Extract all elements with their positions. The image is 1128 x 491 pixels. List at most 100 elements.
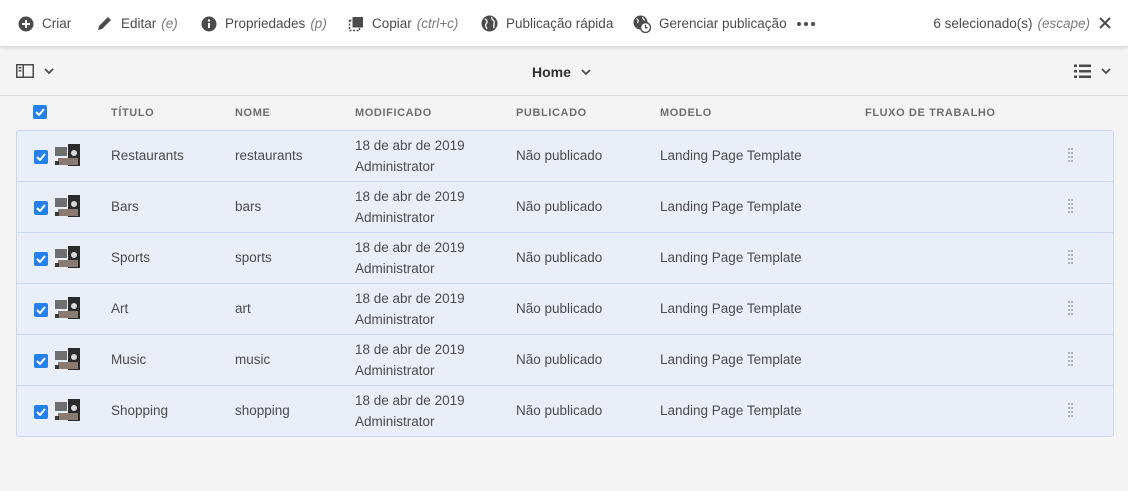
checkmark-icon	[36, 153, 46, 161]
checkmark-icon	[36, 204, 46, 212]
row-modified-date: 18 de abr de 2019	[355, 138, 465, 153]
rail-icon	[16, 64, 34, 78]
info-icon	[201, 16, 217, 31]
row-checkbox[interactable]	[34, 405, 48, 419]
checkmark-icon	[35, 108, 45, 116]
row-title: Bars	[111, 199, 139, 214]
drag-handle-icon[interactable]	[1068, 403, 1074, 417]
close-icon[interactable]	[1098, 16, 1112, 30]
table-row[interactable]: Art art 18 de abr de 2019 Administrator …	[17, 284, 1113, 335]
row-modified-by: Administrator	[355, 363, 435, 378]
properties-shortcut: (p)	[310, 16, 327, 31]
checkmark-icon	[36, 306, 46, 314]
row-modified-by: Administrator	[355, 414, 435, 429]
create-label: Criar	[42, 16, 72, 31]
column-header-title[interactable]: TÍTULO	[111, 107, 154, 119]
quick-publish-button[interactable]: Publicação rápida	[481, 0, 613, 47]
properties-label: Propriedades	[225, 16, 306, 31]
table-header: TÍTULO NOME MODIFICADO PUBLICADO MODELO …	[0, 97, 1128, 129]
rail-toggle-button[interactable]	[16, 64, 54, 78]
row-published-status: Não publicado	[516, 199, 603, 214]
column-header-modified[interactable]: MODIFICADO	[355, 107, 432, 119]
edit-button[interactable]: Editar (e)	[96, 0, 178, 47]
row-published-status: Não publicado	[516, 403, 603, 418]
properties-button[interactable]: Propriedades (p)	[201, 0, 327, 47]
globe-icon	[481, 15, 498, 32]
row-modified-date: 18 de abr de 2019	[355, 189, 465, 204]
page-thumbnail-icon	[55, 246, 80, 268]
row-title: Sports	[111, 250, 151, 265]
row-title: Art	[111, 301, 129, 316]
table-row[interactable]: Sports sports 18 de abr de 2019 Administ…	[17, 233, 1113, 284]
row-published-status: Não publicado	[516, 148, 603, 163]
edit-shortcut: (e)	[161, 16, 178, 31]
column-header-template[interactable]: MODELO	[660, 107, 712, 119]
checkmark-icon	[36, 408, 46, 416]
row-checkbox[interactable]	[34, 150, 48, 164]
copy-button[interactable]: Copiar (ctrl+c)	[348, 0, 458, 47]
chevron-down-icon	[581, 68, 591, 75]
row-template: Landing Page Template	[660, 148, 802, 163]
more-icon-dot	[811, 21, 815, 26]
table-row[interactable]: Bars bars 18 de abr de 2019 Administrato…	[17, 182, 1113, 233]
row-template: Landing Page Template	[660, 352, 802, 367]
content-header-bar: Home	[0, 48, 1128, 96]
column-header-name[interactable]: NOME	[235, 107, 270, 119]
column-header-published[interactable]: PUBLICADO	[516, 107, 587, 119]
row-name: sports	[235, 250, 272, 265]
globe-clock-icon	[633, 15, 651, 33]
drag-handle-icon[interactable]	[1068, 250, 1074, 264]
table-row[interactable]: Restaurants restaurants 18 de abr de 201…	[17, 131, 1113, 182]
drag-handle-icon[interactable]	[1068, 199, 1074, 213]
row-checkbox[interactable]	[34, 303, 48, 317]
column-header-workflow[interactable]: FLUXO DE TRABALHO	[865, 107, 996, 119]
page-thumbnail-icon	[55, 399, 80, 421]
row-published-status: Não publicado	[516, 301, 603, 316]
checkmark-icon	[36, 255, 46, 263]
row-template: Landing Page Template	[660, 199, 802, 214]
row-title: Shopping	[111, 403, 169, 418]
copy-shortcut: (ctrl+c)	[416, 16, 459, 31]
row-modified-date: 18 de abr de 2019	[355, 291, 465, 306]
plus-circle-icon	[18, 16, 34, 31]
row-checkbox[interactable]	[34, 201, 48, 215]
row-modified-by: Administrator	[355, 312, 435, 327]
page-thumbnail-icon	[55, 144, 80, 166]
copy-icon	[348, 16, 363, 31]
checkmark-icon	[36, 357, 46, 365]
row-published-status: Não publicado	[516, 250, 603, 265]
pencil-icon	[98, 17, 111, 30]
chevron-down-icon	[1101, 68, 1111, 75]
row-checkbox[interactable]	[34, 354, 48, 368]
row-modified-date: 18 de abr de 2019	[355, 240, 465, 255]
chevron-down-icon	[44, 67, 54, 74]
row-name: music	[235, 352, 271, 367]
select-all-checkbox[interactable]	[33, 105, 47, 119]
create-button[interactable]: Criar	[18, 0, 71, 47]
drag-handle-icon[interactable]	[1068, 352, 1074, 366]
drag-handle-icon[interactable]	[1068, 148, 1074, 162]
page-title-dropdown[interactable]: Home	[532, 48, 591, 96]
drag-handle-icon[interactable]	[1068, 301, 1074, 315]
page-thumbnail-icon	[55, 195, 80, 217]
row-checkbox[interactable]	[34, 252, 48, 266]
row-template: Landing Page Template	[660, 403, 802, 418]
table-row[interactable]: Shopping shopping 18 de abr de 2019 Admi…	[17, 386, 1113, 437]
row-modified-by: Administrator	[355, 159, 435, 174]
row-name: bars	[235, 199, 262, 214]
manage-publication-button[interactable]: Gerenciar publicação	[633, 0, 787, 47]
row-template: Landing Page Template	[660, 301, 802, 316]
copy-label: Copiar	[372, 16, 412, 31]
view-switcher-button[interactable]	[1074, 64, 1111, 79]
action-toolbar: Criar Editar (e) Propriedades (p) Copiar…	[0, 0, 1128, 47]
manage-publication-label: Gerenciar publicação	[659, 16, 787, 31]
more-icon-dot	[804, 21, 808, 26]
list-view-icon	[1074, 64, 1091, 78]
more-button[interactable]	[797, 0, 815, 47]
selection-count: 6 selecionado(s) (escape)	[933, 0, 1090, 47]
more-icon	[797, 21, 801, 26]
page-thumbnail-icon	[55, 348, 80, 370]
table-row[interactable]: Music music 18 de abr de 2019 Administra…	[17, 335, 1113, 386]
row-modified-date: 18 de abr de 2019	[355, 393, 465, 408]
page-thumbnail-icon	[55, 297, 80, 319]
